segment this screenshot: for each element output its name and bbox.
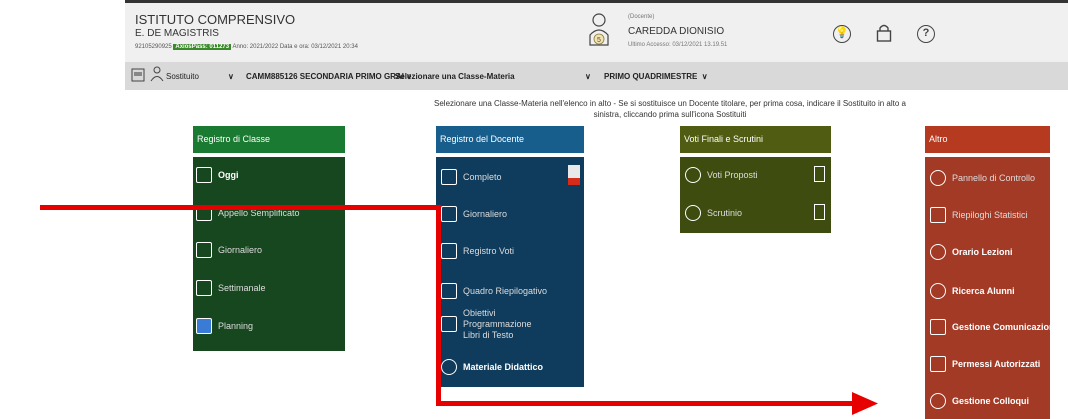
current-date: Data e ora: 03/12/2021 20:34 (279, 44, 358, 50)
user-role: (Docente) (628, 14, 655, 20)
registro-classe-header: Registro di Classe (193, 126, 345, 153)
menu-item-label: Programmazione (463, 319, 532, 329)
menu-item-colloqui[interactable]: Gestione Colloqui (930, 393, 1029, 409)
menu-item-label: Ricerca Alunni (952, 286, 1015, 296)
menu-item-scrutinio[interactable]: Scrutinio (685, 205, 742, 221)
class-select[interactable]: CAMM885126 SECONDARIA PRIMO GRAI ∨ (246, 72, 412, 81)
sostituito-chevron-icon[interactable]: ∨ (228, 72, 234, 81)
calendar-today-icon (196, 167, 212, 183)
daily-register-icon (441, 206, 457, 222)
menu-item-oggi[interactable]: Oggi (196, 167, 239, 183)
menu-item-registro-voti[interactable]: Registro Voti (441, 243, 514, 259)
menu-item-label: Giornaliero (218, 245, 263, 255)
menu-item-label: Giornaliero (463, 209, 508, 219)
gears-icon (930, 170, 946, 186)
menu-item-materiale[interactable]: Materiale Didattico (441, 359, 543, 375)
annotation-arrow-vertical (436, 205, 441, 406)
class-materia-chevron-icon[interactable]: ∨ (585, 72, 591, 81)
menu-item-label: Oggi (218, 170, 239, 180)
megaphone-icon (930, 319, 946, 335)
users-icon (441, 359, 457, 375)
annotation-arrow-head-icon (852, 392, 878, 415)
menu-item-label: Gestione Colloqui (952, 396, 1030, 406)
classroom-icon[interactable] (131, 68, 145, 82)
menu-item-permessi[interactable]: Permessi Autorizzati (930, 356, 1040, 372)
book-alert-icon[interactable] (568, 165, 580, 185)
menu-item-label: Orario Lezioni (952, 247, 1013, 257)
clock-icon (930, 244, 946, 260)
class-daily-icon (196, 242, 212, 258)
teacher-name: CAREDDA DIONISIO (628, 26, 725, 37)
statistics-icon (930, 207, 946, 223)
menu-item-comunicazioni[interactable]: Gestione Comunicazioni (930, 319, 1057, 335)
menu-item-multiline: Obiettivi Programmazione Libri di Testo (463, 308, 532, 341)
annotation-arrow-horizontal-bottom (436, 401, 854, 406)
menu-item-label: Obiettivi (463, 308, 496, 318)
menu-item-planning[interactable]: Planning (196, 318, 253, 334)
menu-item-giornaliero-classe[interactable]: Giornaliero (196, 242, 262, 258)
altro-header: Altro (925, 126, 1050, 153)
substitute-user-icon[interactable] (150, 66, 164, 82)
menu-item-label: Scrutinio (707, 208, 743, 218)
menu-item-label: Quadro Riepilogativo (463, 286, 548, 296)
school-code: 92105290925 (135, 44, 172, 50)
menu-item-giornaliero-docente[interactable]: Giornaliero (441, 206, 507, 222)
registro-docente-header: Registro del Docente (436, 126, 584, 153)
hierarchy-icon (441, 316, 457, 332)
avatar-number: 5 (597, 37, 601, 44)
weekly-icon (196, 280, 212, 296)
document-download-icon[interactable] (814, 204, 825, 220)
menu-item-label: Voti Proposti (707, 170, 758, 180)
menu-item-label: Permessi Autorizzati (952, 359, 1041, 369)
menu-item-voti-proposti[interactable]: Voti Proposti (685, 167, 758, 183)
menu-item-orario[interactable]: Orario Lezioni (930, 244, 1013, 260)
sostituito-label[interactable]: Sostituito (166, 72, 199, 81)
axios-badge: AxiosPass: 011273 (173, 44, 232, 50)
menu-item-pannello[interactable]: Pannello di Controllo (930, 170, 1035, 186)
menu-item-label: Pannello di Controllo (952, 173, 1036, 183)
class-select-label: CAMM885126 SECONDARIA PRIMO GRAI (246, 72, 404, 81)
user-icon (685, 167, 701, 183)
last-access: Ultimo Accesso: 03/12/2021 13.19.51 (628, 42, 728, 48)
permit-icon (930, 356, 946, 372)
school-meta: 92105290925 AxiosPass: 011273 Anno: 2021… (135, 44, 358, 50)
menu-item-obiettivi[interactable]: Obiettivi Programmazione Libri di Testo (441, 308, 532, 341)
class-materia-select[interactable]: Selezionare una Classe-Materia (395, 72, 515, 81)
menu-item-completo[interactable]: Completo (441, 169, 502, 185)
menu-item-riepiloghi[interactable]: Riepiloghi Statistici (930, 207, 1028, 223)
menu-item-label: Planning (218, 321, 254, 331)
menu-item-quadro[interactable]: Quadro Riepilogativo (441, 283, 547, 299)
school-year: Anno: 2021/2022 (232, 44, 279, 50)
lightbulb-icon[interactable]: 💡 (833, 25, 851, 43)
menu-item-label: Materiale Didattico (463, 362, 544, 372)
menu-item-label: Riepiloghi Statistici (952, 210, 1028, 220)
school-subname: E. DE MAGISTRIS (135, 28, 219, 39)
menu-item-settimanale[interactable]: Settimanale (196, 280, 266, 296)
document-lock-icon[interactable] (814, 166, 825, 182)
group-icon (685, 205, 701, 221)
menu-item-label: Completo (463, 172, 502, 182)
menu-item-ricerca[interactable]: Ricerca Alunni (930, 283, 1015, 299)
bar-chart-icon (441, 283, 457, 299)
planning-grid-icon (196, 318, 212, 334)
menu-item-label: Settimanale (218, 283, 266, 293)
menu-item-label: Libri di Testo (463, 330, 514, 340)
menu-item-label: Registro Voti (463, 246, 515, 256)
user-avatar-icon[interactable]: 5 (588, 13, 610, 47)
register-complete-icon (441, 169, 457, 185)
chat-icon (930, 393, 946, 409)
voti-finali-header: Voti Finali e Scrutini (680, 126, 831, 153)
lock-icon[interactable] (876, 23, 892, 43)
registro-docente-panel (436, 157, 584, 387)
grades-icon (441, 243, 457, 259)
school-name: ISTITUTO COMPRENSIVO (135, 12, 296, 27)
annotation-arrow-horizontal-top (40, 205, 440, 210)
info-message: Selezionare una Classe-Materia nell'elen… (434, 99, 906, 119)
menu-item-label: Gestione Comunicazioni (952, 322, 1058, 332)
search-user-icon (930, 283, 946, 299)
help-icon[interactable]: ? (917, 25, 935, 43)
period-select[interactable]: PRIMO QUADRIMESTRE ∨ (604, 72, 708, 81)
period-label: PRIMO QUADRIMESTRE (604, 72, 698, 81)
